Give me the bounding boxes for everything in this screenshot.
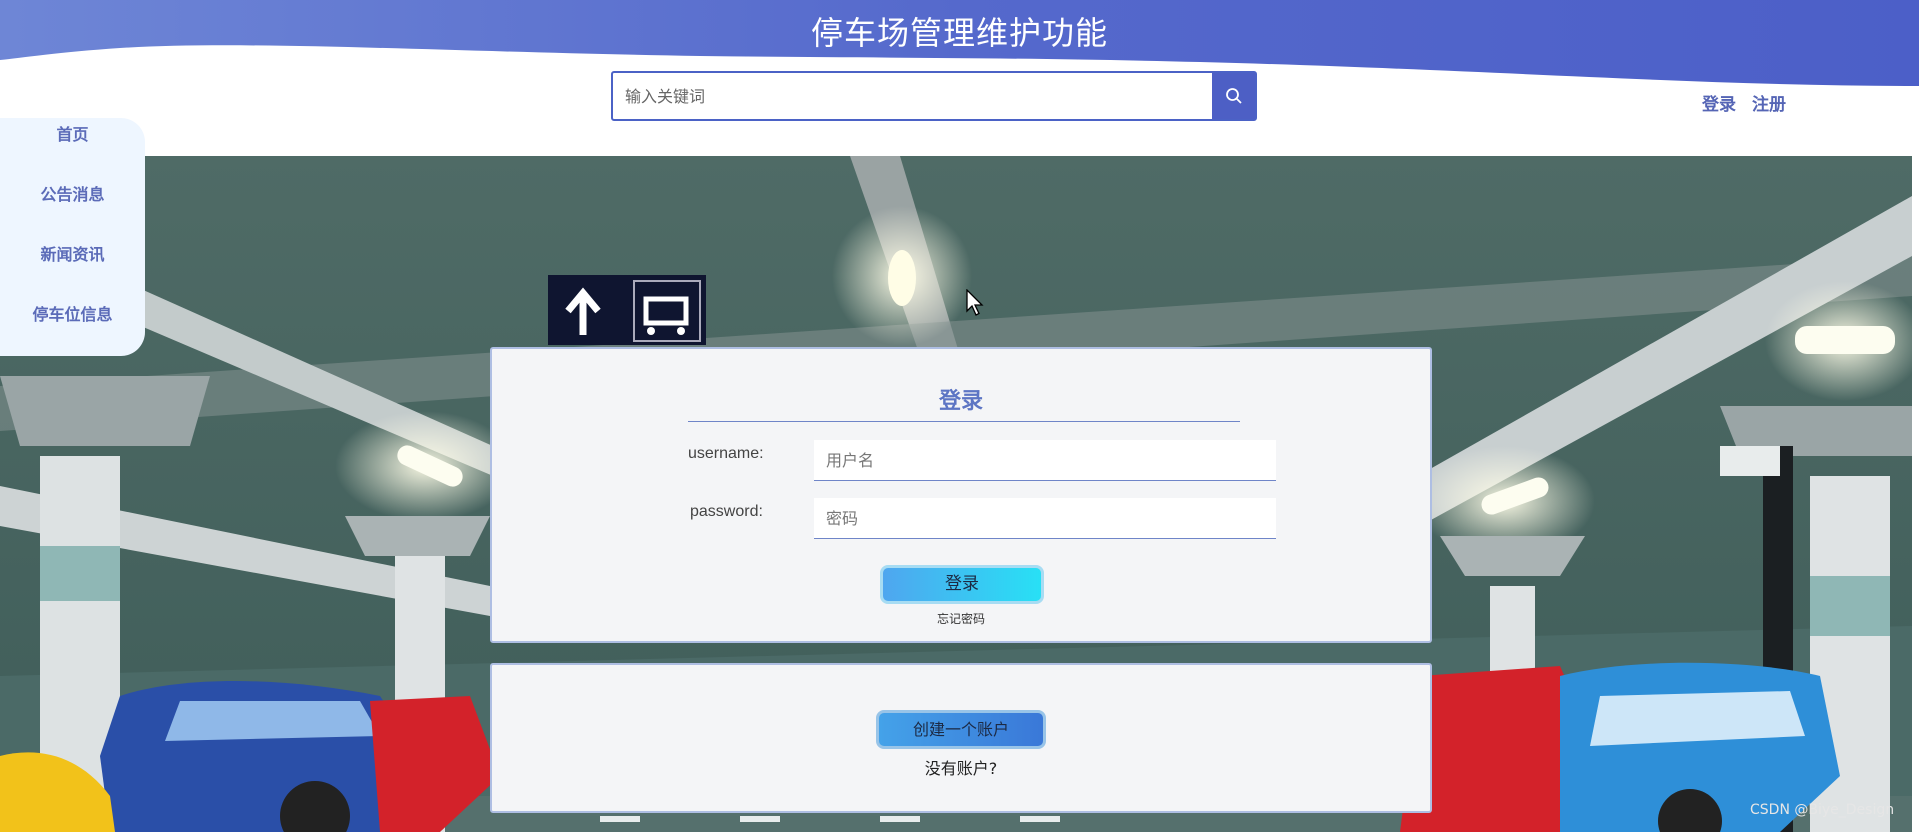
forgot-password-link[interactable]: 忘记密码 — [492, 610, 1430, 627]
search-button[interactable] — [1212, 73, 1255, 119]
site-header: 停车场管理维护功能 登录 注册 — [0, 0, 1919, 156]
password-field[interactable] — [814, 498, 1276, 539]
search-input[interactable] — [613, 73, 1212, 119]
sidebar-item-parking-spaces[interactable]: 停车位信息 — [0, 303, 145, 363]
create-account-button[interactable]: 创建一个账户 — [876, 710, 1046, 749]
no-account-hint: 没有账户? — [924, 759, 998, 778]
login-title: 登录 — [938, 389, 983, 414]
sidebar-item-announcements[interactable]: 公告消息 — [0, 183, 145, 243]
sidebar-item-news[interactable]: 新闻资讯 — [0, 243, 145, 303]
sidebar-nav: 首页 公告消息 新闻资讯 停车位信息 — [0, 118, 145, 356]
password-label: password: — [690, 503, 763, 520]
sidebar-item-home[interactable]: 首页 — [0, 123, 145, 183]
login-panel: 登录 username: password: 登录 忘记密码 — [490, 347, 1432, 643]
direction-sign — [548, 275, 706, 345]
username-field[interactable] — [814, 440, 1276, 481]
search-box — [611, 71, 1257, 121]
arrow-up-icon — [565, 280, 701, 342]
search-icon — [1225, 88, 1242, 104]
username-label: username: — [688, 445, 764, 462]
login-button[interactable]: 登录 — [880, 565, 1044, 604]
title-divider — [688, 421, 1240, 422]
mouse-cursor-icon — [966, 289, 984, 316]
login-link[interactable]: 登录 — [1702, 90, 1736, 115]
auth-links: 登录 注册 — [1702, 90, 1786, 115]
register-link[interactable]: 注册 — [1752, 90, 1786, 115]
register-panel: 创建一个账户 没有账户? — [490, 663, 1432, 813]
site-title: 停车场管理维护功能 — [810, 14, 1108, 52]
watermark: CSDN @Biye_Design — [1750, 802, 1895, 818]
